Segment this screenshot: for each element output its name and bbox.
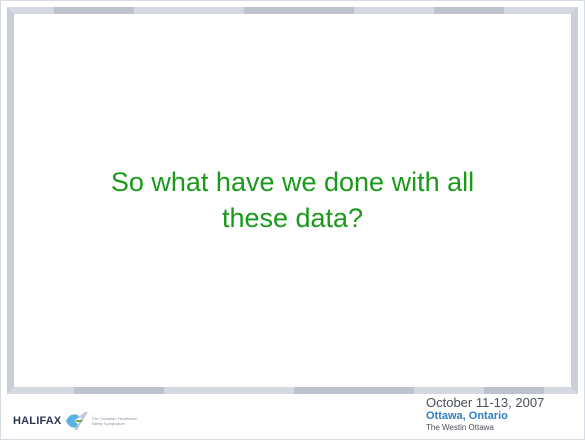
slide-frame: So what have we done with all these data… [7,7,578,394]
frame-band [74,387,164,394]
event-city: Ottawa, Ontario [426,410,508,422]
slide-title-line-1: So what have we done with all [110,167,475,197]
frame-band [294,387,414,394]
sponsor-logo: HALIFAX The Canadian Healthcare Safety S… [13,410,137,432]
frame-band [244,7,354,14]
frame-band [54,7,134,14]
logo-text: HALIFAX [13,415,62,427]
logo-tagline: The Canadian Healthcare Safety Symposium [91,416,137,426]
frame-band [434,7,504,14]
frame-band [484,387,544,394]
halifax-7-logo-icon [66,412,89,430]
slide-title-line-2: these data? [221,203,364,233]
slide-footer: HALIFAX The Canadian Healthcare Safety S… [1,394,584,439]
event-info: October 11-13, 2007 Ottawa, Ontario The … [426,396,576,433]
event-venue: The Westin Ottawa [426,423,494,432]
event-date: October 11-13, 2007 [426,395,545,410]
slide-title: So what have we done with all these data… [14,164,571,236]
slide: So what have we done with all these data… [0,0,585,440]
logo-tagline-line-2: Safety Symposium [91,421,125,426]
